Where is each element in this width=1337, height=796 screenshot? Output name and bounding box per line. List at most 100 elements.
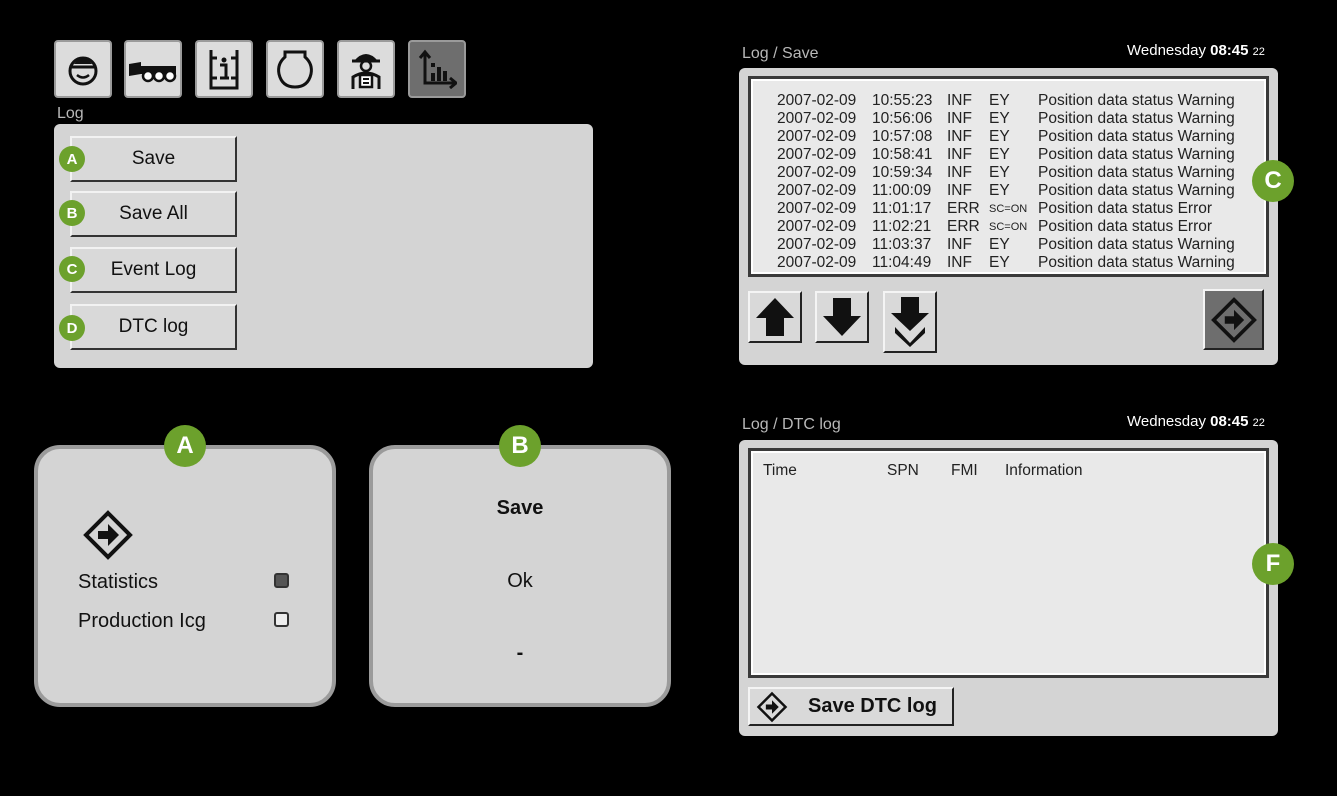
log-row[interactable]: 2007-02-09 10:57:08 INF EY Position data sta… bbox=[777, 128, 1266, 146]
log-message: Position data status Warning bbox=[1038, 110, 1235, 127]
log-message: Position data status Warning bbox=[1038, 128, 1235, 145]
enter-icon bbox=[83, 510, 133, 560]
statistics-checkbox[interactable] bbox=[274, 573, 289, 588]
save-dtc-log-button[interactable]: Save DTC log bbox=[748, 687, 954, 726]
log-date: 2007-02-09 bbox=[777, 200, 857, 217]
log-row[interactable]: 2007-02-09 11:03:37 INF EY Position data sta… bbox=[777, 236, 1266, 254]
double-arrow-down-icon bbox=[891, 297, 929, 347]
dtc-log-breadcrumb: Log / DTC log bbox=[742, 416, 841, 433]
statistics-icon-button[interactable] bbox=[408, 40, 466, 98]
log-message: Position data status Error bbox=[1038, 200, 1213, 217]
save-dtc-log-label: Save DTC log bbox=[808, 695, 937, 717]
badge-c: C bbox=[59, 256, 85, 282]
machine-icon-button[interactable] bbox=[124, 40, 182, 98]
operator-icon bbox=[68, 56, 98, 86]
engine-icon-button[interactable] bbox=[266, 40, 324, 98]
save-status-dialog: Save Ok - bbox=[369, 445, 671, 707]
log-message: Position data status Error bbox=[1038, 218, 1213, 235]
save-button-label: Save bbox=[131, 148, 176, 169]
column-header-spn: SPN bbox=[887, 462, 919, 479]
log-row[interactable]: 2007-02-09 11:01:17 ERR SC=ON Position data … bbox=[777, 200, 1266, 218]
log-source: SC=ON bbox=[989, 221, 1028, 233]
event-log-button-label: Event Log bbox=[110, 259, 197, 280]
dtc-log-badge: F bbox=[1252, 543, 1294, 585]
log-message: Position data status Warning bbox=[1038, 164, 1235, 181]
log-level: INF bbox=[947, 110, 972, 127]
log-time: 11:03:37 bbox=[872, 236, 932, 253]
enter-icon bbox=[1210, 296, 1257, 343]
scroll-down-button[interactable] bbox=[815, 291, 869, 343]
event-log-button[interactable]: Event Log bbox=[70, 247, 237, 293]
log-time: 11:02:21 bbox=[872, 218, 932, 235]
event-log-breadcrumb: Log / Save bbox=[742, 45, 819, 62]
production-log-option-label: Production Icg bbox=[78, 610, 206, 632]
log-date: 2007-02-09 bbox=[777, 182, 857, 199]
log-level: ERR bbox=[947, 218, 980, 235]
log-time: 11:04:49 bbox=[872, 254, 932, 271]
log-message: Position data status Warning bbox=[1038, 146, 1235, 163]
log-source: EY bbox=[989, 164, 1010, 181]
engine-icon bbox=[277, 50, 313, 89]
dtc-log-button[interactable]: DTC log bbox=[70, 304, 237, 350]
save-button[interactable]: Save bbox=[70, 136, 237, 182]
log-row[interactable]: 2007-02-09 11:02:21 ERR SC=ON Position data … bbox=[777, 218, 1266, 236]
log-time: 10:57:08 bbox=[872, 128, 933, 145]
badge-d: D bbox=[59, 315, 85, 341]
technician-icon bbox=[351, 54, 381, 89]
log-message: Position data status Warning bbox=[1038, 182, 1235, 199]
save-dialog-title: Save bbox=[496, 497, 544, 519]
save-options-dialog: Statistics Production Icg bbox=[34, 445, 336, 707]
dtc-log-datetime: Wednesday 08:45 22 bbox=[1127, 413, 1265, 430]
technician-icon-button[interactable] bbox=[337, 40, 395, 98]
log-source: EY bbox=[989, 110, 1010, 127]
arrow-up-icon bbox=[756, 298, 794, 336]
page-down-button[interactable] bbox=[883, 291, 937, 353]
log-message: Position data status Warning bbox=[1038, 92, 1235, 109]
log-source: EY bbox=[989, 146, 1010, 163]
log-row[interactable]: 2007-02-09 10:58:41 INF EY Position data sta… bbox=[777, 146, 1266, 164]
enter-button[interactable] bbox=[1203, 289, 1264, 350]
datetime-day: Wednesday bbox=[1127, 413, 1206, 430]
log-source: EY bbox=[989, 128, 1010, 145]
enter-icon bbox=[756, 691, 788, 722]
log-level: INF bbox=[947, 92, 972, 109]
save-progress-value: - bbox=[516, 642, 524, 664]
log-level: INF bbox=[947, 128, 972, 145]
log-source: EY bbox=[989, 182, 1010, 199]
event-log-list[interactable]: 2007-02-09 10:55:23 INF EY Position data sta… bbox=[748, 76, 1269, 277]
log-time: 11:00:09 bbox=[872, 182, 932, 199]
dialog-a-badge: A bbox=[164, 425, 206, 467]
log-level: INF bbox=[947, 182, 972, 199]
log-date: 2007-02-09 bbox=[777, 236, 857, 253]
log-time: 10:55:23 bbox=[872, 92, 933, 109]
log-message: Position data status Warning bbox=[1038, 254, 1235, 271]
datetime-seconds: 22 bbox=[1252, 417, 1265, 429]
log-source: SC=ON bbox=[989, 203, 1028, 215]
badge-a: A bbox=[59, 146, 85, 172]
log-source: EY bbox=[989, 92, 1010, 109]
datetime-time: 08:45 bbox=[1210, 413, 1249, 430]
log-row[interactable]: 2007-02-09 11:04:49 INF EY Position data sta… bbox=[777, 254, 1266, 272]
log-row[interactable]: 2007-02-09 11:00:09 INF EY Position data sta… bbox=[777, 182, 1266, 200]
datetime-day: Wednesday bbox=[1127, 42, 1206, 59]
scroll-up-button[interactable] bbox=[748, 291, 802, 343]
statistics-option-label: Statistics bbox=[78, 571, 159, 593]
save-all-button[interactable]: Save All bbox=[70, 191, 237, 237]
log-row[interactable]: 2007-02-09 10:59:34 INF EY Position data sta… bbox=[777, 164, 1266, 182]
log-level: INF bbox=[947, 254, 972, 271]
column-header-fmi: FMI bbox=[951, 462, 978, 479]
column-header-information: Information bbox=[1005, 462, 1083, 479]
log-source: EY bbox=[989, 254, 1010, 271]
log-row[interactable]: 2007-02-09 10:56:06 INF EY Position data sta… bbox=[777, 110, 1266, 128]
info-icon bbox=[209, 50, 239, 90]
column-header-time: Time bbox=[763, 462, 797, 479]
operator-icon-button[interactable] bbox=[54, 40, 112, 98]
log-time: 11:01:17 bbox=[872, 200, 932, 217]
info-icon-button[interactable] bbox=[195, 40, 253, 98]
log-date: 2007-02-09 bbox=[777, 218, 857, 235]
datetime-seconds: 22 bbox=[1252, 46, 1265, 58]
log-row[interactable]: 2007-02-09 10:55:23 INF EY Position data sta… bbox=[777, 92, 1266, 110]
dtc-log-table[interactable]: Time SPN FMI Information bbox=[748, 448, 1269, 678]
log-date: 2007-02-09 bbox=[777, 110, 857, 127]
production-log-checkbox[interactable] bbox=[274, 612, 289, 627]
